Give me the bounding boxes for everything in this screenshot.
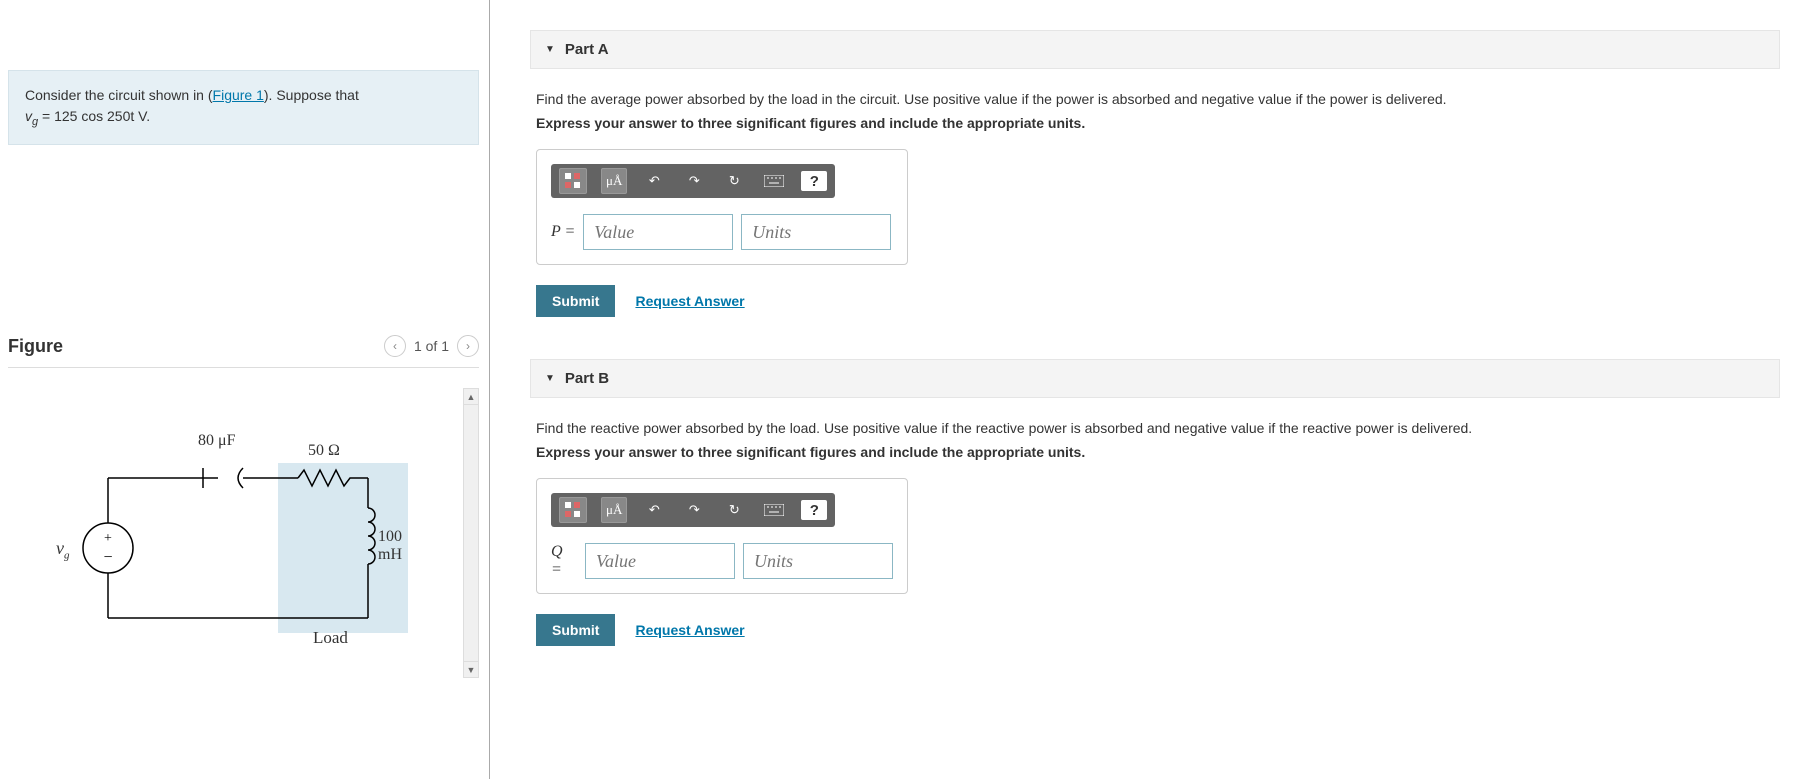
undo-icon[interactable]: ↶ — [641, 497, 667, 523]
part-b: Part B Find the reactive power absorbed … — [530, 359, 1780, 658]
part-b-body: Find the reactive power absorbed by the … — [530, 398, 1780, 658]
problem-text-prefix: Consider the circuit shown in ( — [25, 87, 213, 103]
figure-next-button[interactable]: › — [457, 335, 479, 357]
part-b-title: Part B — [565, 370, 609, 387]
keyboard-icon[interactable] — [761, 497, 787, 523]
right-panel: Part A Find the average power absorbed b… — [490, 0, 1800, 779]
part-b-units-input[interactable] — [743, 543, 893, 579]
part-a-submit-button[interactable]: Submit — [536, 285, 615, 317]
undo-icon[interactable]: ↶ — [641, 168, 667, 194]
keyboard-icon[interactable] — [761, 168, 787, 194]
equation-lhs: v — [25, 108, 32, 124]
part-a: Part A Find the average power absorbed b… — [530, 30, 1780, 329]
part-a-input-row: P = — [551, 214, 893, 250]
part-a-symbol: P = — [551, 223, 575, 241]
part-b-symbol: Q = — [551, 543, 577, 579]
part-a-units-input[interactable] — [741, 214, 891, 250]
resistor-label: 50 Ω — [308, 442, 340, 460]
scroll-up-button[interactable]: ▲ — [464, 389, 478, 405]
left-panel: Consider the circuit shown in (Figure 1)… — [0, 0, 490, 779]
inductor-label: 100 mH — [378, 528, 428, 564]
help-icon[interactable]: ? — [801, 171, 827, 191]
scroll-down-button[interactable]: ▼ — [464, 661, 478, 677]
capacitor-label: 80 μF — [198, 432, 235, 450]
redo-icon[interactable]: ↷ — [681, 497, 707, 523]
part-a-body: Find the average power absorbed by the l… — [530, 69, 1780, 329]
figure-scrollbar[interactable]: ▲ ▼ — [463, 388, 479, 678]
part-b-toolbar: μÅ ↶ ↷ ↻ ? — [551, 493, 835, 527]
help-icon[interactable]: ? — [801, 500, 827, 520]
figure-nav-label: 1 of 1 — [414, 338, 449, 354]
reset-icon[interactable]: ↻ — [721, 497, 747, 523]
part-b-instruction: Express your answer to three significant… — [536, 444, 1774, 460]
redo-icon[interactable]: ↷ — [681, 168, 707, 194]
svg-text:+: + — [104, 531, 112, 546]
source-label: vg — [56, 538, 70, 562]
figure-nav: ‹ 1 of 1 › — [384, 335, 479, 357]
circuit-svg: + − — [48, 428, 428, 668]
part-a-value-input[interactable] — [583, 214, 733, 250]
part-b-request-answer-link[interactable]: Request Answer — [635, 622, 744, 638]
part-b-submit-row: Submit Request Answer — [536, 614, 1774, 646]
part-a-instruction: Express your answer to three significant… — [536, 115, 1774, 131]
equation-rhs: = 125 cos 250t V. — [38, 108, 150, 124]
reset-icon[interactable]: ↻ — [721, 168, 747, 194]
part-a-request-answer-link[interactable]: Request Answer — [635, 293, 744, 309]
figure-link[interactable]: Figure 1 — [213, 87, 264, 103]
part-b-value-input[interactable] — [585, 543, 735, 579]
template-icon[interactable] — [559, 497, 587, 523]
part-b-input-row: Q = — [551, 543, 893, 579]
problem-statement: Consider the circuit shown in (Figure 1)… — [8, 70, 479, 145]
load-label: Load — [313, 628, 348, 648]
circuit-diagram: + − 80 μF 50 Ω 100 mH vg Load — [48, 428, 428, 668]
units-icon[interactable]: μÅ — [601, 497, 627, 523]
figure-prev-button[interactable]: ‹ — [384, 335, 406, 357]
part-b-header[interactable]: Part B — [530, 359, 1780, 398]
figure-header: Figure ‹ 1 of 1 › — [8, 335, 479, 368]
part-a-answer-box: μÅ ↶ ↷ ↻ ? P = — [536, 149, 908, 265]
part-a-prompt: Find the average power absorbed by the l… — [536, 91, 1774, 107]
figure-body: + − 80 μF 50 Ω 100 mH vg Load ▲ ▼ — [8, 388, 479, 678]
part-a-title: Part A — [565, 41, 609, 58]
part-b-prompt: Find the reactive power absorbed by the … — [536, 420, 1774, 436]
part-a-header[interactable]: Part A — [530, 30, 1780, 69]
figure-title: Figure — [8, 336, 63, 357]
units-icon[interactable]: μÅ — [601, 168, 627, 194]
part-b-submit-button[interactable]: Submit — [536, 614, 615, 646]
template-icon[interactable] — [559, 168, 587, 194]
part-a-toolbar: μÅ ↶ ↷ ↻ ? — [551, 164, 835, 198]
part-a-submit-row: Submit Request Answer — [536, 285, 1774, 317]
svg-text:−: − — [103, 549, 112, 566]
part-b-answer-box: μÅ ↶ ↷ ↻ ? Q = — [536, 478, 908, 594]
problem-text-mid: ). Suppose that — [264, 87, 359, 103]
